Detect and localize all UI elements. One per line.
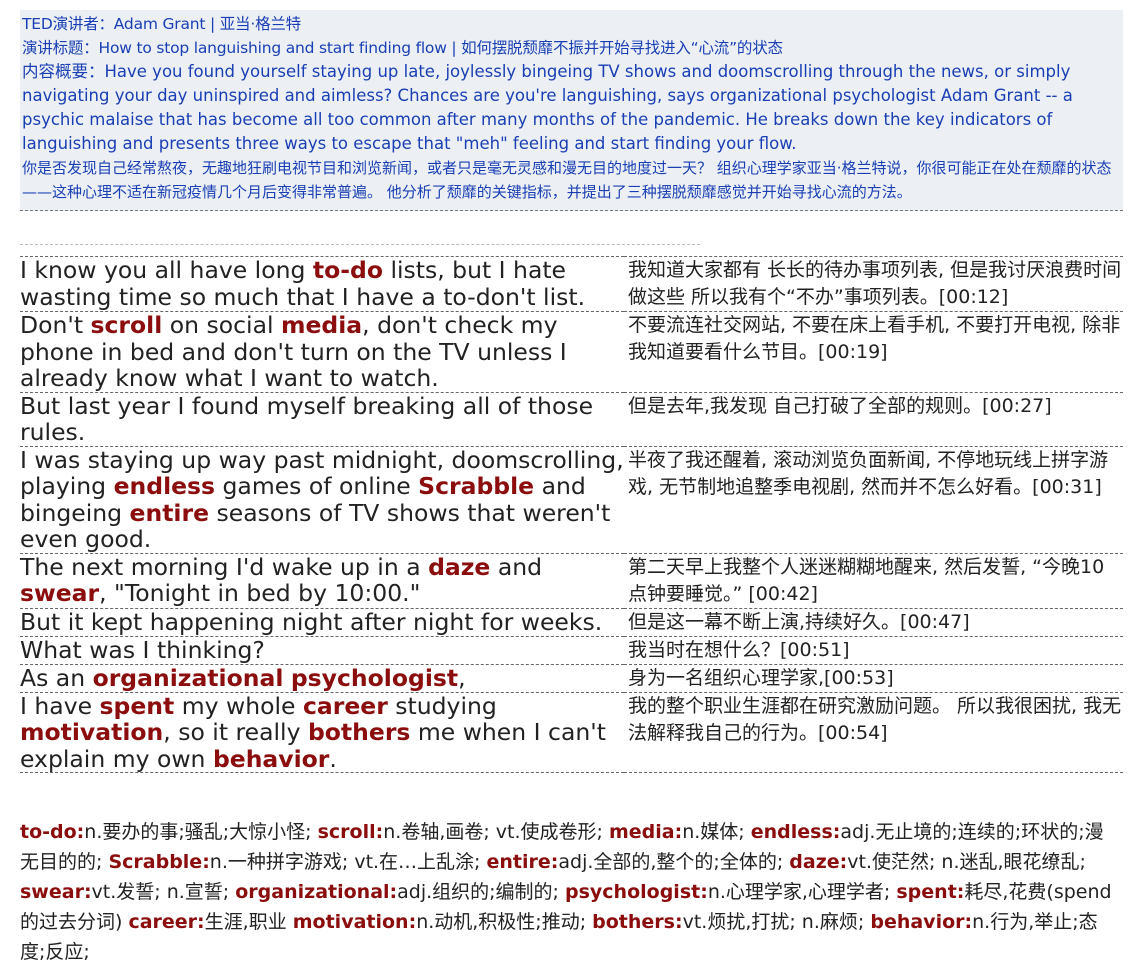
chinese-translation: 我知道大家都有 长长的待办事项列表, 但是我讨厌浪费时间做这些 所以我有个“不办… (624, 256, 1123, 312)
english-sentence: I was staying up way past midnight, doom… (20, 446, 624, 554)
keyword: spent (99, 691, 175, 720)
sentence-text: As an (20, 663, 93, 692)
english-sentence: But it kept happening night after night … (20, 607, 624, 637)
english-sentence: As an organizational psychologist, (20, 663, 624, 693)
glossary-word: Scrabble: (108, 851, 210, 873)
sentence-text: and (490, 552, 543, 581)
glossary-word: scroll: (317, 821, 384, 843)
sentence-text: studying (387, 691, 497, 720)
section-divider (20, 244, 700, 245)
glossary-definition: n.心理学家,心理学者; (707, 881, 897, 903)
transcript-row: As an organizational psychologist, 身为一名组织… (20, 663, 1123, 693)
chinese-translation: 但是这一幕不断上演,持续好久。[00:47] (624, 608, 1123, 637)
glossary-word: motivation: (292, 911, 417, 933)
glossary-definition: n.媒体; (682, 821, 751, 843)
glossary-definition: n.卷轴,画卷; vt.使成卷形; (383, 821, 609, 843)
glossary-word: media: (608, 821, 683, 843)
sentence-text: games of online (215, 472, 419, 500)
transcript-row: Don't scroll on social media, don't chec… (20, 311, 1123, 393)
sentence-text: The next morning I'd wake up in a (20, 552, 429, 581)
keyword: to-do (312, 256, 383, 284)
keyword: Scrabble (418, 472, 535, 500)
sentence-text: . (329, 744, 337, 773)
transcript-row: The next morning I'd wake up in a daze a… (20, 552, 1123, 609)
glossary-word: spent: (896, 881, 965, 903)
glossary-definition: vt.发誓; n.宣誓; (91, 881, 236, 903)
glossary-word: entire: (486, 851, 559, 873)
english-sentence: I have spent my whole career studying mo… (20, 692, 624, 773)
vocabulary-glossary: to-do:n.要办的事;骚乱;大惊小怪; scroll:n.卷轴,画卷; vt… (20, 817, 1121, 967)
glossary-definition: vt.使茫然; n.迷乱,眼花缭乱; (847, 851, 1086, 873)
transcript-row: What was I thinking? 我当时在想什么？[00:51] (20, 635, 1123, 665)
glossary-word: organizational: (235, 881, 398, 903)
english-sentence: I know you all have long to-do lists, bu… (20, 256, 624, 312)
glossary-word: bothers: (592, 911, 683, 933)
sentence-text (283, 664, 290, 692)
transcript-row: I have spent my whole career studying mo… (20, 692, 1123, 773)
keyword: organizational (92, 663, 284, 692)
transcript-body: I know you all have long to-do lists, bu… (20, 256, 1123, 773)
glossary-word: swear: (20, 881, 92, 903)
sentence-text: , "Tonight in bed by 10:00." (99, 579, 421, 607)
glossary-definition: n.要办的事;骚乱;大惊小怪; (84, 821, 318, 843)
keyword: daze (428, 552, 491, 581)
chinese-translation: 我当时在想什么？[00:51] (624, 636, 1123, 665)
talk-info-header: TED演讲者：Adam Grant | 亚当·格兰特 演讲标题：How to s… (20, 10, 1123, 211)
transcript-row: But last year I found myself breaking al… (20, 391, 1123, 447)
chinese-translation: 但是去年,我发现 自己打破了全部的规则。[00:27] (624, 392, 1123, 447)
glossary-word: endless: (750, 821, 841, 843)
glossary-definition: 生涯,职业 (204, 911, 293, 933)
transcript-row: I know you all have long to-do lists, bu… (20, 256, 1123, 312)
keyword: swear (20, 579, 100, 607)
keyword: behavior (212, 744, 330, 773)
chinese-translation: 身为一名组织心理学家,[00:53] (624, 664, 1123, 693)
glossary-word: to-do: (20, 821, 85, 843)
english-sentence: What was I thinking? (20, 635, 624, 665)
sentence-text: , (458, 663, 466, 692)
english-sentence: The next morning I'd wake up in a daze a… (20, 552, 624, 609)
keyword: motivation (20, 718, 164, 746)
sentence-text: But last year I found myself breaking al… (20, 391, 594, 446)
keyword: entire (129, 498, 210, 527)
sentence-text: my whole (174, 691, 303, 720)
transcript-row: But it kept happening night after night … (20, 607, 1123, 637)
sentence-text: But it kept happening night after night … (20, 607, 603, 636)
keyword: scroll (90, 311, 163, 339)
keyword: bothers (307, 718, 411, 746)
glossary-word: psychologist: (565, 881, 708, 903)
english-sentence: But last year I found myself breaking al… (20, 391, 624, 447)
keyword: psychologist (290, 663, 459, 692)
sentence-text: on social (162, 311, 281, 339)
glossary-definition: adj.全部的,整个的;全体的; (558, 851, 790, 873)
speaker-line: TED演讲者：Adam Grant | 亚当·格兰特 (22, 15, 301, 33)
keyword: career (302, 691, 388, 720)
transcript-row: I was staying up way past midnight, doom… (20, 446, 1123, 554)
sentence-text: What was I thinking? (20, 635, 265, 664)
glossary-word: daze: (789, 851, 848, 873)
keyword: media (280, 311, 363, 339)
glossary-definition: vt.烦扰,打扰; n.麻烦; (682, 911, 871, 933)
summary-english: 内容概要：Have you found yourself staying up … (22, 62, 1073, 153)
talk-title-line: 演讲标题：How to stop languishing and start f… (22, 39, 783, 57)
chinese-translation: 第二天早上我整个人迷迷糊糊地醒来, 然后发誓, “今晚10点钟要睡觉。” [00… (624, 553, 1123, 609)
english-sentence: Don't scroll on social media, don't chec… (20, 311, 624, 393)
sentence-text: I know you all have long (20, 256, 313, 284)
glossary-definition: adj.组织的;编制的; (397, 881, 565, 903)
glossary-word: behavior: (870, 911, 973, 933)
chinese-translation: 我的整个职业生涯都在研究激励问题。 所以我很困扰, 我无法解释我自己的行为。[0… (624, 692, 1123, 773)
glossary-word: career: (128, 911, 205, 933)
chinese-translation: 半夜了我还醒着, 滚动浏览负面新闻, 不停地玩线上拼字游戏, 无节制地追整季电视… (624, 446, 1123, 554)
sentence-text: , so it really (163, 718, 308, 746)
sentence-text: I have (20, 691, 100, 720)
glossary-definition: n.一种拼字游戏; vt.在…上乱涂; (209, 851, 487, 873)
glossary-definition: n.动机,积极性;推动; (416, 911, 593, 933)
transcript-table: I know you all have long to-do lists, bu… (20, 256, 1123, 773)
chinese-translation: 不要流连社交网站, 不要在床上看手机, 不要打开电视, 除非我知道要看什么节目。… (624, 311, 1123, 393)
summary-chinese: 你是否发现自己经常熬夜，无趣地狂刷电视节目和浏览新闻，或者只是毫无灵感和漫无目的… (22, 159, 1112, 201)
keyword: endless (113, 472, 216, 500)
sentence-text: Don't (20, 311, 91, 339)
